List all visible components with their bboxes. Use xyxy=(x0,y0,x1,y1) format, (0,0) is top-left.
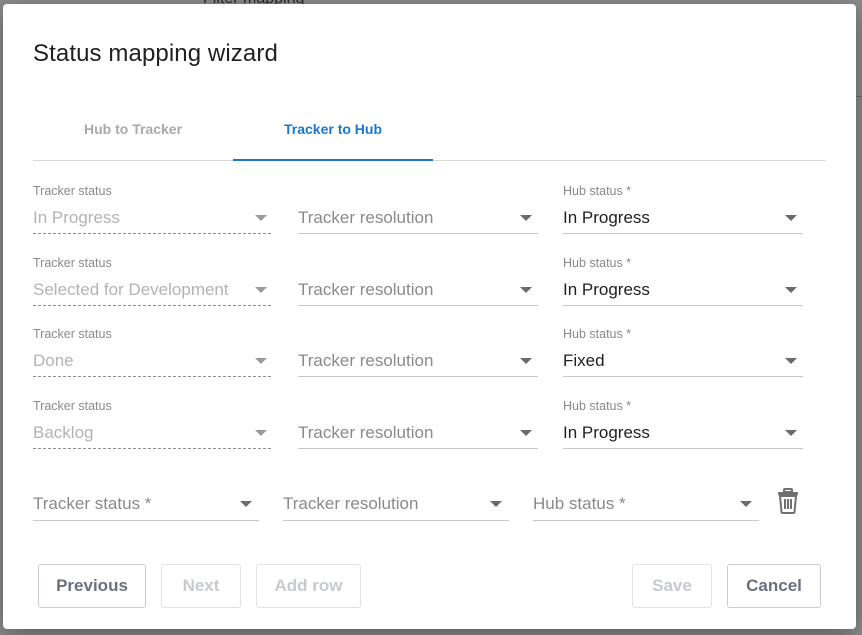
tab-tracker-to-hub[interactable]: Tracker to Hub xyxy=(233,104,433,161)
previous-button[interactable]: Previous xyxy=(38,564,146,608)
hub-status-value: In Progress xyxy=(563,280,650,299)
trash-icon[interactable] xyxy=(777,488,799,514)
tracker-resolution-value: Tracker resolution xyxy=(298,280,434,299)
chevron-down-icon xyxy=(520,287,532,293)
field-underline xyxy=(283,520,509,521)
chevron-down-icon xyxy=(240,501,252,507)
chevron-down-icon xyxy=(520,358,532,364)
chevron-down-icon xyxy=(740,501,752,507)
tab-hub-to-tracker[interactable]: Hub to Tracker xyxy=(33,104,233,160)
field-underline xyxy=(533,520,759,521)
field-underline xyxy=(563,448,803,449)
field-underline xyxy=(563,233,803,234)
tab-bar: Hub to Tracker Tracker to Hub xyxy=(33,104,826,161)
tracker-status-value: Done xyxy=(33,351,74,370)
chevron-down-icon xyxy=(785,215,797,221)
tracker-resolution-value: Tracker resolution xyxy=(298,351,434,370)
tracker-status-select: Tracker status Done xyxy=(33,327,271,379)
hub-status-label: Hub status * xyxy=(563,256,632,270)
field-underline xyxy=(298,448,538,449)
hub-status-select[interactable]: Hub status * In Progress xyxy=(563,256,803,308)
tracker-resolution-select[interactable]: Tracker resolution xyxy=(298,184,538,236)
field-underline xyxy=(33,520,259,521)
new-tracker-resolution-placeholder: Tracker resolution xyxy=(283,494,419,513)
chevron-down-icon xyxy=(785,358,797,364)
tracker-status-select: Tracker status In Progress xyxy=(33,184,271,236)
background-divider xyxy=(856,96,862,97)
hub-status-value: Fixed xyxy=(563,351,605,370)
field-underline xyxy=(298,305,538,306)
tracker-resolution-value: Tracker resolution xyxy=(298,208,434,227)
new-tracker-resolution-select[interactable]: Tracker resolution xyxy=(283,486,509,522)
tracker-status-select: Tracker status Backlog xyxy=(33,399,271,451)
chevron-down-icon xyxy=(785,430,797,436)
field-underline xyxy=(298,376,538,377)
new-hub-status-select[interactable]: Hub status * xyxy=(533,486,759,522)
tracker-status-value: Backlog xyxy=(33,423,94,442)
save-button[interactable]: Save xyxy=(632,564,712,608)
tracker-status-label: Tracker status xyxy=(33,399,112,413)
field-underline xyxy=(563,376,803,377)
tracker-status-select: Tracker status Selected for Development xyxy=(33,256,271,308)
tracker-status-value: In Progress xyxy=(33,208,120,227)
field-underline xyxy=(298,233,538,234)
chevron-down-icon xyxy=(255,358,267,364)
field-underline xyxy=(33,305,271,306)
tracker-status-label: Tracker status xyxy=(33,327,112,341)
new-hub-status-placeholder: Hub status * xyxy=(533,494,626,513)
hub-status-value: In Progress xyxy=(563,423,650,442)
tracker-status-label: Tracker status xyxy=(33,256,112,270)
chevron-down-icon xyxy=(255,287,267,293)
hub-status-label: Hub status * xyxy=(563,184,632,198)
add-row-button[interactable]: Add row xyxy=(256,564,361,608)
field-underline xyxy=(563,305,803,306)
dialog-title: Status mapping wizard xyxy=(33,40,278,67)
tracker-resolution-value: Tracker resolution xyxy=(298,423,434,442)
chevron-down-icon xyxy=(255,430,267,436)
field-underline xyxy=(33,448,271,449)
cancel-button[interactable]: Cancel xyxy=(727,564,821,608)
tracker-resolution-select[interactable]: Tracker resolution xyxy=(298,256,538,308)
hub-status-select[interactable]: Hub status * Fixed xyxy=(563,327,803,379)
next-button[interactable]: Next xyxy=(161,564,241,608)
tracker-status-value: Selected for Development xyxy=(33,280,229,299)
hub-status-select[interactable]: Hub status * In Progress xyxy=(563,184,803,236)
chevron-down-icon xyxy=(520,215,532,221)
hub-status-select[interactable]: Hub status * In Progress xyxy=(563,399,803,451)
tracker-status-label: Tracker status xyxy=(33,184,112,198)
field-underline xyxy=(33,376,271,377)
new-tracker-status-select[interactable]: Tracker status * xyxy=(33,486,259,522)
field-underline xyxy=(33,233,271,234)
hub-status-label: Hub status * xyxy=(563,327,632,341)
chevron-down-icon xyxy=(785,287,797,293)
chevron-down-icon xyxy=(255,215,267,221)
hub-status-value: In Progress xyxy=(563,208,650,227)
new-tracker-status-placeholder: Tracker status * xyxy=(33,494,152,513)
chevron-down-icon xyxy=(490,501,502,507)
tracker-resolution-select[interactable]: Tracker resolution xyxy=(298,399,538,451)
hub-status-label: Hub status * xyxy=(563,399,632,413)
tracker-resolution-select[interactable]: Tracker resolution xyxy=(298,327,538,379)
status-mapping-dialog: Status mapping wizard Hub to Tracker Tra… xyxy=(3,4,856,629)
chevron-down-icon xyxy=(520,430,532,436)
